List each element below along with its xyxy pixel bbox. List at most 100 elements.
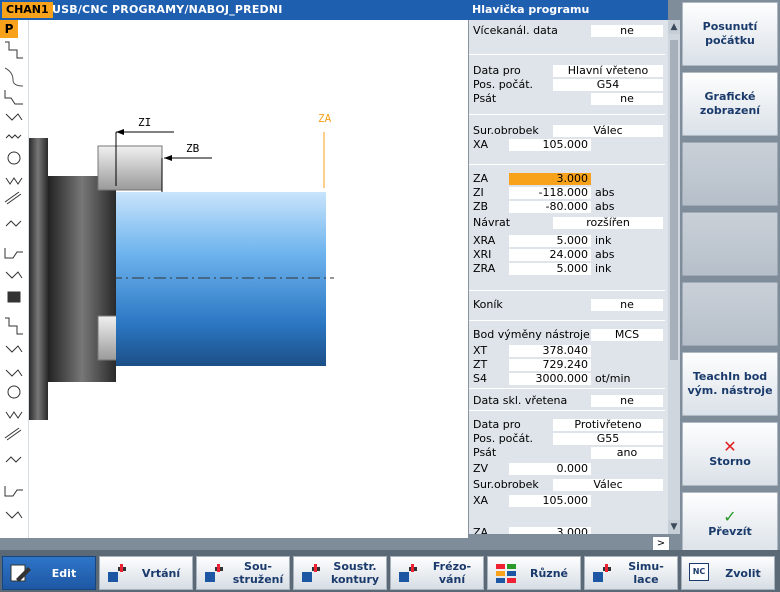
form-row: S4 3000.000 ot/min bbox=[473, 372, 663, 386]
softkey-8[interactable]: ✓ Převzít bbox=[682, 492, 778, 556]
chuck-flange bbox=[28, 138, 48, 420]
form-row: Sur.obrobek Válec bbox=[473, 124, 663, 138]
menu-various-button[interactable]: Různé bbox=[487, 556, 581, 590]
form-row-label: Sur.obrobek bbox=[473, 478, 539, 491]
form-input-field[interactable]: 24.000 bbox=[509, 249, 591, 261]
zb-label: ZB bbox=[186, 142, 200, 155]
menu-edit-button[interactable]: Edit bbox=[2, 556, 96, 590]
form-select-field[interactable]: ano bbox=[591, 447, 663, 459]
form-scrollbar[interactable]: ▲ ▼ bbox=[668, 20, 680, 534]
form-row-label: XRI bbox=[473, 248, 492, 261]
zi-label: ZI bbox=[138, 116, 152, 129]
softkey-label: Grafické zobrazení bbox=[699, 90, 761, 117]
form-row-label: Návrat bbox=[473, 216, 511, 229]
menu-label: Edit bbox=[51, 566, 77, 580]
simulation-icon bbox=[592, 563, 614, 583]
form-input-field[interactable]: 105.000 bbox=[509, 495, 591, 507]
form-input-field[interactable]: -118.000 bbox=[509, 187, 591, 199]
parameter-form: Vícekanál. data ne Data pro Hlavní vřeteno P… bbox=[468, 20, 669, 534]
cycle-icon-strip bbox=[0, 20, 29, 538]
form-row-label: Psát bbox=[473, 92, 497, 105]
form-input-field[interactable]: 3.000 bbox=[509, 173, 591, 185]
form-row: ZA 3.000 bbox=[473, 526, 663, 534]
channel-badge: CHAN1 bbox=[2, 2, 53, 18]
form-select-field[interactable]: Protivřeteno bbox=[553, 419, 663, 431]
form-input-field[interactable]: 5.000 bbox=[509, 235, 591, 247]
form-row: Návrat rozšířen bbox=[473, 216, 663, 230]
turning-icon bbox=[204, 563, 226, 583]
form-select-field[interactable]: ne bbox=[591, 93, 663, 105]
softkey-empty-5[interactable] bbox=[682, 282, 778, 346]
form-row-label: Psát bbox=[473, 446, 497, 459]
menu-simulation-button[interactable]: Simu-lace bbox=[584, 556, 678, 590]
form-select-field[interactable]: ne bbox=[591, 395, 663, 407]
form-input-field[interactable]: 105.000 bbox=[509, 139, 591, 151]
vertical-softkey-bar: Posunutí počátku Grafické zobrazení TeachI… bbox=[680, 0, 780, 556]
workpiece-graphic bbox=[28, 129, 334, 420]
form-row-label: ZA bbox=[473, 526, 489, 534]
form-row: XT 378.040 bbox=[473, 344, 663, 358]
form-input-field[interactable]: 3.000 bbox=[509, 527, 591, 534]
form-row-label: Pos. počát. bbox=[473, 78, 534, 91]
nc-select-icon: NC bbox=[689, 563, 711, 583]
edit-icon bbox=[10, 563, 32, 583]
form-select-field[interactable]: Válec bbox=[553, 125, 663, 137]
various-icon bbox=[495, 563, 517, 583]
softkey-7[interactable]: ✕ Storno bbox=[682, 422, 778, 486]
form-row: Data pro Hlavní vřeteno bbox=[473, 64, 663, 78]
form-row-unit: abs bbox=[595, 248, 615, 261]
softkey-label: TeachIn bod vým. nástroje bbox=[687, 370, 773, 397]
form-row: Psát ne bbox=[473, 92, 663, 106]
form-input-field[interactable]: 5.000 bbox=[509, 263, 591, 275]
form-select-field[interactable]: G54 bbox=[553, 79, 663, 91]
scroll-down-button[interactable]: ▼ bbox=[668, 520, 680, 534]
softkey-label: Posunutí počátku bbox=[702, 20, 758, 47]
form-row: Pos. počát. G55 bbox=[473, 432, 663, 446]
close-icon: ✕ bbox=[723, 437, 737, 456]
cycle-icons bbox=[4, 41, 24, 519]
form-row: ZB -80.000 abs bbox=[473, 200, 663, 214]
form-row: Bod výměny nástroje MCS bbox=[473, 328, 663, 342]
form-select-field[interactable]: ne bbox=[591, 25, 663, 37]
form-input-field[interactable]: 3000.000 bbox=[509, 373, 591, 385]
form-select-field[interactable]: G55 bbox=[553, 433, 663, 445]
form-title: Hlavička programu bbox=[468, 0, 668, 20]
form-input-field[interactable]: -80.000 bbox=[509, 201, 591, 213]
scroll-thumb[interactable] bbox=[670, 40, 678, 360]
form-input-field[interactable]: 378.040 bbox=[509, 345, 591, 357]
mode-marker: P bbox=[0, 20, 18, 38]
softkey-6[interactable]: TeachIn bod vým. nástroje bbox=[682, 352, 778, 416]
program-path: USB/CNC PROGRAMY/NABOJ_PREDNI bbox=[52, 3, 283, 16]
form-input-field[interactable]: 729.240 bbox=[509, 359, 591, 371]
form-select-field[interactable]: ne bbox=[591, 299, 663, 311]
milling-icon bbox=[398, 563, 420, 583]
menu-contour-turning-button[interactable]: Soustr. kontury bbox=[293, 556, 387, 590]
softkey-1[interactable]: Posunutí počátku bbox=[682, 2, 778, 66]
menu-drilling-button[interactable]: Vrtání bbox=[99, 556, 193, 590]
softkey-empty-3[interactable] bbox=[682, 142, 778, 206]
scroll-up-button[interactable]: ▲ bbox=[668, 20, 680, 34]
form-select-field[interactable]: rozšířen bbox=[553, 217, 663, 229]
form-select-field[interactable]: MCS bbox=[591, 329, 663, 341]
form-divider bbox=[469, 114, 665, 115]
form-row-label: ZA bbox=[473, 172, 489, 185]
form-divider bbox=[469, 388, 665, 389]
menu-nc-select-button[interactable]: NC Zvolit bbox=[681, 556, 775, 590]
form-row: XRA 5.000 ink bbox=[473, 234, 663, 248]
form-row: ZRA 5.000 ink bbox=[473, 262, 663, 276]
form-row: Psát ano bbox=[473, 446, 663, 460]
form-input-field[interactable]: 0.000 bbox=[509, 463, 591, 475]
form-row-unit: ot/min bbox=[595, 372, 631, 385]
softkey-2[interactable]: Grafické zobrazení bbox=[682, 72, 778, 136]
form-row-label: ZI bbox=[473, 186, 484, 199]
form-row: Koník ne bbox=[473, 298, 663, 312]
menu-turning-button[interactable]: Sou-stružení bbox=[196, 556, 290, 590]
softkey-empty-4[interactable] bbox=[682, 212, 778, 276]
form-select-field[interactable]: Hlavní vřeteno bbox=[553, 65, 663, 77]
menu-milling-button[interactable]: Frézo-vání bbox=[390, 556, 484, 590]
menu-label: Sou-stružení bbox=[232, 560, 284, 586]
form-row: Vícekanál. data ne bbox=[473, 24, 663, 38]
form-select-field[interactable]: Válec bbox=[553, 479, 663, 491]
form-divider bbox=[469, 410, 665, 411]
title-bar: CHAN1 USB/CNC PROGRAMY/NABOJ_PREDNI bbox=[0, 0, 468, 20]
